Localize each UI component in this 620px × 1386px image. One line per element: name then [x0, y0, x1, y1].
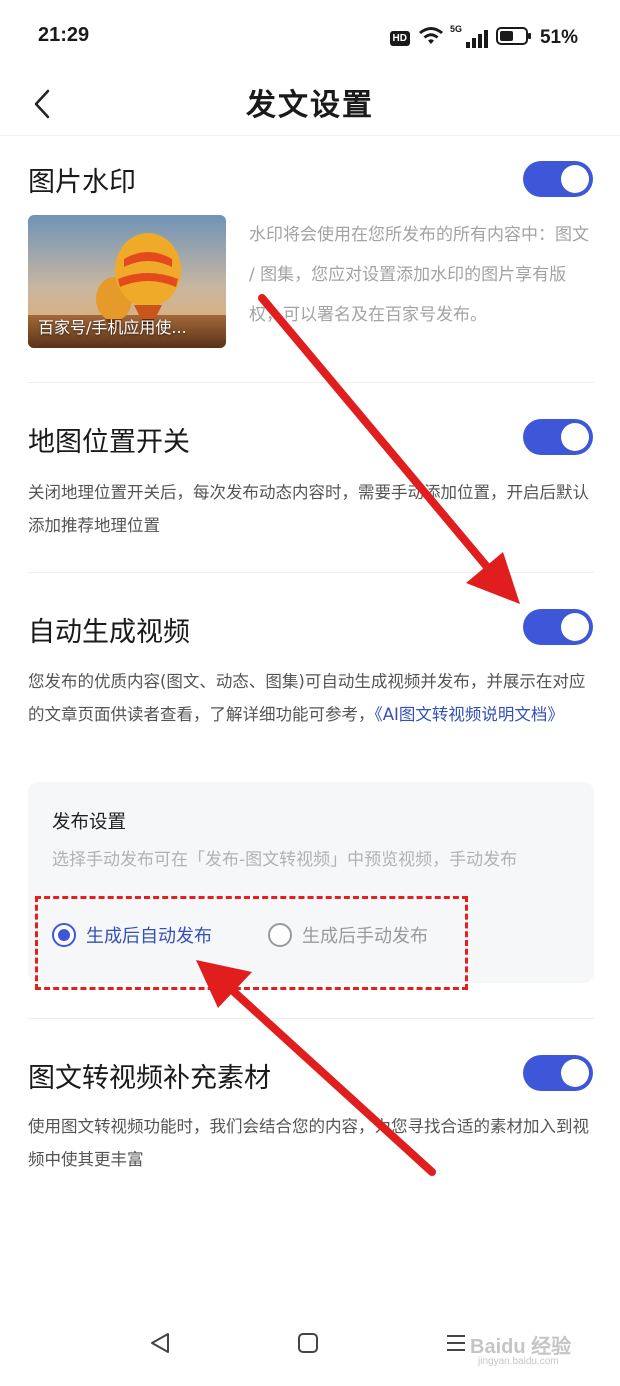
nav-home-icon[interactable]: [288, 1323, 328, 1363]
annotation-highlight-box: [35, 896, 468, 990]
page-title: 发文设置: [246, 88, 374, 123]
status-bar: 21:29 HD 5G 51%: [0, 0, 620, 72]
wifi-icon: [418, 26, 444, 50]
watermark-description: 水印将会使用在您所发布的所有内容中：图文 / 图集，您应对设置添加水印的图片享有…: [249, 225, 589, 325]
watermark-toggle[interactable]: [523, 161, 593, 197]
battery-percent: 51%: [539, 27, 578, 48]
location-toggle[interactable]: [523, 419, 593, 455]
divider: [28, 1018, 594, 1019]
location-description: 关闭地理位置开关后，每次发布动态内容时，需要手动添加位置，开启后默认添加推荐地理…: [28, 483, 589, 535]
watermark-title: 图片水印: [28, 167, 136, 198]
divider: [28, 382, 594, 383]
toggle-knob: [561, 165, 589, 193]
location-title: 地图位置开关: [28, 427, 190, 458]
video-title: 自动生成视频: [28, 617, 190, 648]
video-doc-link[interactable]: 《AI图文转视频说明文档》: [375, 705, 564, 724]
publish-settings-title: 发布设置: [52, 812, 127, 833]
video-toggle[interactable]: [523, 609, 593, 645]
material-description: 使用图文转视频功能时，我们会结合您的内容，为您寻找合适的素材加入到视频中使其更丰…: [28, 1117, 589, 1169]
signal-icon: 5G: [450, 24, 488, 48]
video-description: 您发布的优质内容(图文、动态、图集)可自动生成视频并发布，并展示在对应的文章页面…: [28, 665, 594, 731]
baidu-watermark-url: jingyan.baidu.com: [478, 1356, 559, 1367]
status-icons: HD 5G 51%: [389, 24, 578, 50]
status-time: 21:29: [38, 24, 90, 46]
toggle-knob: [561, 613, 589, 641]
toggle-knob: [561, 423, 589, 451]
watermark-preview-image[interactable]: 百家号/手机应用使...: [28, 215, 226, 348]
publish-settings-description: 选择手动发布可在「发布-图文转视频」中预览视频，手动发布: [52, 850, 518, 870]
toggle-knob: [561, 1059, 589, 1087]
nav-back-icon[interactable]: [140, 1323, 180, 1363]
material-toggle[interactable]: [523, 1055, 593, 1091]
battery-icon: [495, 26, 532, 50]
baidu-watermark: Baidu 经验: [470, 1336, 572, 1358]
network-type: 5G: [449, 24, 462, 34]
divider: [28, 572, 594, 573]
annotation-arrow-1-head: [466, 552, 520, 604]
hd-icon: HD: [389, 30, 410, 46]
image-caption: 百家号/手机应用使...: [38, 318, 187, 337]
material-title: 图文转视频补充素材: [28, 1063, 271, 1094]
header: 发文设置: [0, 72, 620, 136]
